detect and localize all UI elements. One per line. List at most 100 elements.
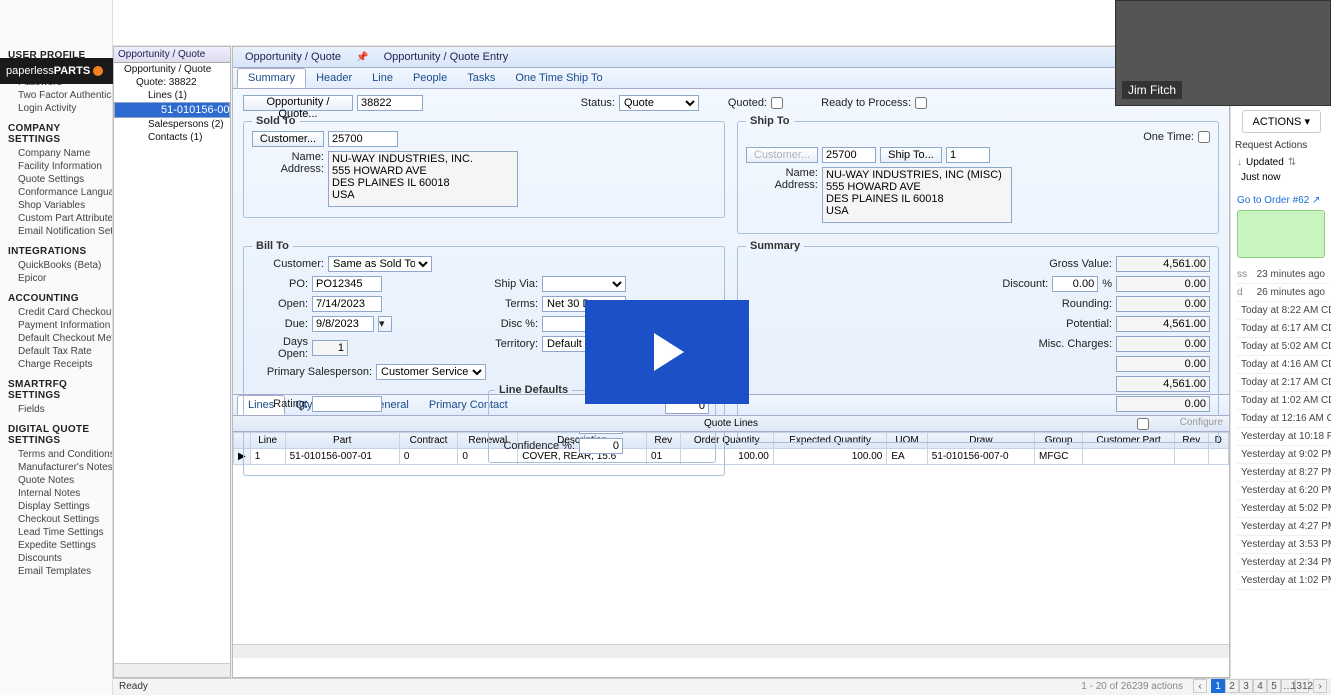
main-tab[interactable]: Tasks (457, 69, 505, 87)
settings-link[interactable]: Default Checkout Method (0, 332, 112, 345)
summary-value (1116, 376, 1210, 392)
action-log-row[interactable]: dYesterday at 3:53 PM (1237, 536, 1329, 554)
conf-input[interactable] (579, 438, 623, 454)
action-log-row[interactable]: dToday at 4:16 AM CD (1237, 356, 1329, 374)
action-log-row[interactable]: dToday at 1:02 AM CD (1237, 392, 1329, 410)
po-input[interactable] (312, 276, 382, 292)
action-log-row[interactable]: dToday at 5:02 AM CD (1237, 338, 1329, 356)
action-log-row[interactable]: dYesterday at 1:02 PM (1237, 572, 1329, 590)
settings-link[interactable]: Default Tax Rate (0, 345, 112, 358)
primsales-select[interactable]: Customer Service (376, 364, 486, 380)
configure-button[interactable]: Configure (1180, 417, 1223, 428)
tree-node[interactable]: Salespersons (2) (114, 118, 230, 131)
settings-link[interactable]: Checkout Settings (0, 513, 112, 526)
settings-link[interactable]: Facility Information (0, 160, 112, 173)
main-tab[interactable]: Line (362, 69, 403, 87)
pager-prev[interactable]: ‹ (1193, 679, 1207, 693)
tree-node[interactable]: 51-010156-00 (114, 102, 230, 118)
tree-node[interactable]: Contacts (1) (114, 131, 230, 144)
shipto-customer-input[interactable] (822, 147, 876, 163)
settings-link[interactable]: Epicor (0, 272, 112, 285)
settings-link[interactable]: Terms and Conditions (0, 448, 112, 461)
settings-link[interactable]: Payment Information (0, 319, 112, 332)
settings-link[interactable]: Custom Part Attributes (0, 212, 112, 225)
action-log-row[interactable]: dToday at 12:16 AM CD (1237, 410, 1329, 428)
pager-page[interactable]: 5 (1267, 679, 1281, 693)
pager-page[interactable]: 3 (1239, 679, 1253, 693)
action-log-row[interactable]: dYesterday at 5:02 PM (1237, 500, 1329, 518)
action-log-row[interactable]: dToday at 2:17 AM CD (1237, 374, 1329, 392)
main-tab[interactable]: One Time Ship To (505, 69, 612, 87)
main-tab[interactable]: People (403, 69, 457, 87)
due-date-picker-icon[interactable]: ▾ (378, 316, 392, 332)
settings-link[interactable]: Quote Settings (0, 173, 112, 186)
rating-input[interactable] (312, 396, 382, 412)
due-date-input[interactable] (312, 316, 374, 332)
settings-link[interactable]: Fields (0, 403, 112, 416)
onetime-checkbox[interactable] (1198, 131, 1210, 143)
tree-node[interactable]: Quote: 38822 (114, 76, 230, 89)
settings-link[interactable]: Shop Variables (0, 199, 112, 212)
settings-link[interactable]: Internal Notes (0, 487, 112, 500)
win-tab-opportunity[interactable]: Opportunity / Quote (237, 49, 349, 65)
grid-scrollbar[interactable] (233, 644, 1229, 658)
settings-link[interactable]: Discounts (0, 552, 112, 565)
soldto-customer-input[interactable] (328, 131, 398, 147)
tree-scrollbar[interactable] (114, 663, 230, 677)
settings-link[interactable]: Email Templates (0, 565, 112, 578)
action-log-row[interactable]: d26 minutes ago (1237, 284, 1329, 302)
discount-pct-input[interactable] (1052, 276, 1098, 292)
pager-page[interactable]: 2 (1225, 679, 1239, 693)
pager-page[interactable]: 1 (1211, 679, 1225, 693)
ready-checkbox[interactable] (915, 97, 927, 109)
sort-icon[interactable]: ⇅ (1288, 157, 1296, 168)
tree-node[interactable]: Lines (1) (114, 89, 230, 102)
main-tab[interactable]: Summary (237, 68, 306, 88)
settings-link[interactable]: Two Factor Authentication (0, 89, 112, 102)
settings-link[interactable]: QuickBooks (Beta) (0, 259, 112, 272)
settings-link[interactable]: Login Activity (0, 102, 112, 115)
settings-link[interactable]: Expedite Settings (0, 539, 112, 552)
billto-customer-select[interactable]: Same as Sold To (328, 256, 432, 272)
settings-link[interactable]: Lead Time Settings (0, 526, 112, 539)
status-select[interactable]: Quote (619, 95, 699, 111)
settings-link[interactable]: Email Notification Setting (0, 225, 112, 238)
tree-node[interactable]: Opportunity / Quote (114, 63, 230, 76)
open-date-input[interactable] (312, 296, 382, 312)
shipvia-select[interactable] (542, 276, 626, 292)
tree-tab[interactable]: Opportunity / Quote (114, 47, 230, 63)
shipto-button[interactable]: Ship To... (880, 147, 942, 163)
action-log-row[interactable]: dToday at 8:22 AM CD (1237, 302, 1329, 320)
settings-link[interactable]: Conformance Language (0, 186, 112, 199)
soldto-customer-button[interactable]: Customer... (252, 131, 324, 147)
settings-link[interactable]: Manufacturer's Notes (0, 461, 112, 474)
pager-page[interactable]: 1312 (1295, 679, 1309, 693)
settings-link[interactable]: Display Settings (0, 500, 112, 513)
pager-next[interactable]: › (1313, 679, 1327, 693)
settings-link[interactable]: Company Name (0, 147, 112, 160)
action-log-row[interactable]: dYesterday at 4:27 PM (1237, 518, 1329, 536)
settings-link[interactable]: Charge Receipts (0, 358, 112, 371)
action-log-row[interactable]: dYesterday at 6:20 PM (1237, 482, 1329, 500)
quote-number-input[interactable] (357, 95, 423, 111)
quoted-checkbox[interactable] (771, 97, 783, 109)
actions-panel: Request Actions ↓ Updated ⇅ Just now Go … (1230, 46, 1331, 678)
action-log-row[interactable]: dYesterday at 2:34 PM (1237, 554, 1329, 572)
win-tab-entry[interactable]: Opportunity / Quote Entry (376, 49, 517, 65)
action-log-row[interactable]: dYesterday at 8:27 PM (1237, 464, 1329, 482)
settings-link[interactable]: Quote Notes (0, 474, 112, 487)
action-log-row[interactable]: dToday at 6:17 AM CD (1237, 320, 1329, 338)
action-log-row[interactable]: dYesterday at 10:18 PM (1237, 428, 1329, 446)
shipto-input[interactable] (946, 147, 990, 163)
pager-page[interactable]: 4 (1253, 679, 1267, 693)
actions-button[interactable]: ACTIONS ▾ (1242, 110, 1322, 133)
settings-link[interactable]: Credit Card Checkout (0, 306, 112, 319)
main-tab[interactable]: Header (306, 69, 362, 87)
go-to-order-link[interactable]: Go to Order #62 ↗ (1237, 195, 1325, 206)
opportunity-quote-button[interactable]: Opportunity / Quote... (243, 95, 353, 111)
action-log-row[interactable]: dYesterday at 9:02 PM (1237, 446, 1329, 464)
video-play-overlay[interactable] (585, 300, 749, 404)
pin-icon[interactable]: 📌 (352, 50, 372, 65)
grid-checkbox[interactable] (1137, 418, 1149, 430)
action-log-row[interactable]: ss23 minutes ago (1237, 266, 1329, 284)
